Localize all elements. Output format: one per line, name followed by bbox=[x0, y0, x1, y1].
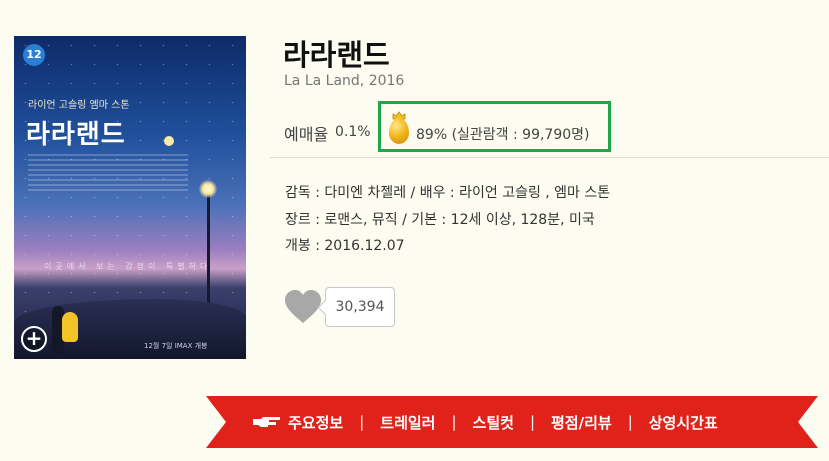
plus-circle-icon[interactable]: + bbox=[21, 326, 47, 352]
poster-dancer-woman bbox=[62, 312, 78, 342]
nav-item-stillcut[interactable]: 스틸컷 bbox=[473, 412, 514, 433]
like-count: 30,394 bbox=[325, 287, 395, 327]
pointing-hand-icon bbox=[253, 417, 280, 427]
poster-cast-line: 라이언 고슬링 엠마 스톤 bbox=[28, 100, 130, 111]
poster-footer-text: 12월 7일 IMAX 개봉 bbox=[144, 342, 208, 350]
egg-body bbox=[389, 118, 409, 144]
egg-rating-text: 89% (실관람객 : 99,790명) bbox=[416, 127, 590, 143]
poster-tagline: 이곳에서 보는 감정이 특별하다 bbox=[44, 262, 212, 271]
movie-nav-menu: 주요정보 | 트레일러 | 스틸컷 | 평점/리뷰 | 상영시간표 bbox=[252, 412, 718, 432]
genre-basic-info: 장르 : 로맨스, 뮤직 / 기본 : 12세 이상, 128분, 미국 bbox=[285, 212, 595, 228]
nav-separator: | bbox=[359, 413, 365, 431]
poster-credits-block bbox=[28, 154, 188, 194]
poster-dancers bbox=[48, 298, 84, 356]
poster-lamp-light bbox=[199, 180, 217, 198]
nav-separator: | bbox=[451, 413, 457, 431]
movie-poster[interactable]: 12 라이언 고슬링 엠마 스톤 라라랜드 이곳에서 보는 감정이 특별하다 1… bbox=[14, 36, 246, 359]
movie-original-title: La La Land, 2016 bbox=[284, 73, 405, 89]
nav-item-main-info[interactable]: 주요정보 bbox=[288, 412, 343, 433]
movie-title: 라라랜드 bbox=[283, 38, 390, 72]
poster-title: 라라랜드 bbox=[26, 120, 126, 150]
nav-item-reviews[interactable]: 평점/리뷰 bbox=[551, 412, 612, 433]
nav-separator: | bbox=[529, 413, 535, 431]
nav-separator: | bbox=[627, 413, 633, 431]
booking-rate-value: 0.1% bbox=[335, 124, 371, 140]
release-date-info: 개봉 : 2016.12.07 bbox=[285, 238, 405, 254]
booking-rate-label: 예매율 bbox=[284, 125, 329, 144]
age-rating-badge: 12 bbox=[23, 44, 45, 66]
nav-item-trailer[interactable]: 트레일러 bbox=[380, 412, 435, 433]
director-cast-info: 감독 : 다미엔 차젤레 / 배우 : 라이언 고슬링 , 엠마 스톤 bbox=[285, 185, 611, 201]
golden-egg-icon bbox=[388, 111, 410, 144]
nav-item-showtimes[interactable]: 상영시간표 bbox=[649, 412, 718, 433]
poster-moon bbox=[164, 136, 174, 146]
divider bbox=[270, 157, 829, 158]
